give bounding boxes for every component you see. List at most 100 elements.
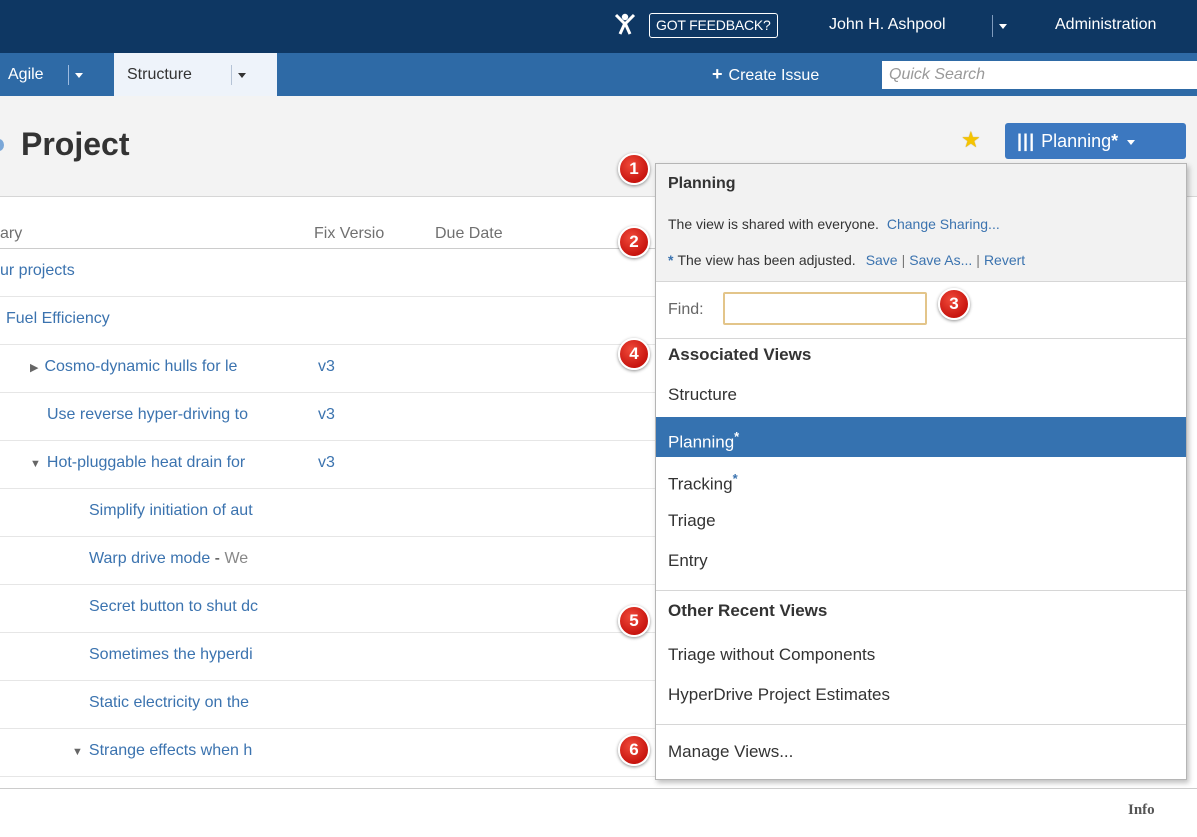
nav-tab-agile[interactable]: Agile [8,53,44,96]
adjusted-text: The view has been adjusted. [677,252,856,268]
quick-search-input[interactable] [882,61,1197,89]
info-link[interactable]: Info [1128,802,1155,819]
row-summary-cell[interactable]: Secret button to shut dc [89,598,307,616]
row-summary-cell[interactable]: ▼ Strange effects when h [72,742,307,760]
recent-view-item[interactable]: HyperDrive Project Estimates [656,675,1186,715]
caret-down-icon [238,73,246,78]
row-summary-cell[interactable]: Use reverse hyper-driving to [47,406,307,424]
expand-triangle-icon[interactable]: ▶ [30,362,38,374]
table-row[interactable]: Secret button to shut dc [0,585,655,633]
collapse-triangle-icon[interactable]: ▼ [72,746,83,758]
create-issue-button[interactable]: + Create Issue [712,53,819,97]
row-summary: Warp drive mode [89,550,211,567]
plus-icon: + [712,64,723,84]
row-summary: Static electricity on the [89,694,250,711]
table-footer-divider [0,788,1197,789]
view-item-label: Tracking [668,474,733,494]
callout-badge: 1 [618,153,650,185]
callout-badge: 3 [938,288,970,320]
revert-link[interactable]: Revert [984,252,1025,268]
view-dropdown-menu: Planning The view is shared with everyon… [655,163,1187,780]
row-summary-cell[interactable]: Simplify initiation of aut [89,502,307,520]
save-as-link[interactable]: Save As... [909,252,972,268]
column-header-summary[interactable]: ary [0,225,22,243]
issue-structure-table: ary Fix Versio Due Date ur projects Fuel… [0,197,655,791]
favourite-star-icon[interactable]: ★ [961,127,981,153]
table-row[interactable]: Simplify initiation of aut [0,489,655,537]
row-summary: Secret button to shut dc [89,598,258,615]
project-avatar-edge [0,139,4,151]
view-item-label: Triage without Components [668,645,876,664]
structure-menu-caret[interactable] [231,65,251,85]
row-fix-version: v3 [318,358,335,375]
callout-badge: 6 [618,734,650,766]
view-bars-icon: ||| [1017,131,1036,151]
table-row[interactable]: Static electricity on the [0,681,655,729]
menu-divider [656,590,1186,591]
row-summary-cell[interactable]: Sometimes the hyperdi [89,646,307,664]
nav-tab-structure[interactable]: Structure [114,53,277,96]
other-recent-views-heading: Other Recent Views [668,601,828,620]
row-summary[interactable]: Fuel Efficiency [6,310,306,328]
view-item-tracking[interactable]: Tracking* [656,459,1186,499]
row-summary-cell[interactable]: Static electricity on the [89,694,307,712]
view-item-label: Triage [668,511,716,530]
find-view-input[interactable] [723,292,927,325]
table-row[interactable]: ▼ Strange effects when h [0,729,655,777]
view-adjusted-asterisk: * [732,471,738,486]
administration-link[interactable]: Administration [1055,13,1156,37]
table-row[interactable]: ▶ Cosmo-dynamic hulls for le v3 [0,345,655,393]
manage-views-label: Manage Views... [668,742,794,761]
row-summary: Hot-pluggable heat drain for [46,454,246,471]
callout-badge: 2 [618,226,650,258]
callout-badge: 5 [618,605,650,637]
row-summary-cell[interactable]: ▶ Cosmo-dynamic hulls for le [30,358,307,376]
row-summary: Simplify initiation of aut [89,502,253,519]
view-adjusted-asterisk: * [734,429,740,444]
view-selector-button[interactable]: ||| Planning* [1005,123,1186,159]
view-item-triage[interactable]: Triage [656,501,1186,541]
manage-views-item[interactable]: Manage Views... [656,732,1186,772]
view-item-planning[interactable]: Planning* [656,417,1186,457]
view-adjusted-asterisk: * [1111,131,1119,151]
table-row[interactable]: Fuel Efficiency [0,297,655,345]
user-menu-caret[interactable] [992,15,1010,37]
page-title: Project [21,126,130,162]
view-item-label: Structure [668,385,737,404]
table-row[interactable]: Sometimes the hyperdi [0,633,655,681]
current-view-title: Planning [668,175,736,192]
row-summary[interactable]: ur projects [0,262,300,280]
feedback-person-icon[interactable] [614,12,636,36]
view-item-structure[interactable]: Structure [656,375,1186,415]
got-feedback-button[interactable]: GOT FEEDBACK? [649,13,778,38]
table-row[interactable]: Warp drive mode - We [0,537,655,585]
adjusted-asterisk: * [668,252,674,268]
table-row[interactable]: Use reverse hyper-driving to v3 [0,393,655,441]
recent-view-item[interactable]: Triage without Components [656,635,1186,675]
table-row[interactable]: ▼ Hot-pluggable heat drain for v3 [0,441,655,489]
column-header-fix-version[interactable]: Fix Versio [314,225,400,243]
row-fix-version: v3 [318,454,335,471]
caret-down-icon [999,24,1007,29]
row-summary-cell[interactable]: ▼ Hot-pluggable heat drain for [30,454,307,472]
dropdown-header: Planning The view is shared with everyon… [656,164,1186,282]
associated-views-heading: Associated Views [668,345,812,364]
row-summary-dash: - [210,550,225,567]
user-menu-name[interactable]: John H. Ashpool [829,13,946,37]
sharing-status: The view is shared with everyone. Change … [668,216,1000,232]
row-summary: Cosmo-dynamic hulls for le [44,358,238,375]
view-selector-label: Planning [1041,131,1112,151]
change-sharing-link[interactable]: Change Sharing... [887,216,1000,232]
view-item-label: HyperDrive Project Estimates [668,685,891,704]
column-header-due-date[interactable]: Due Date [435,225,503,243]
secondary-nav-bar: Agile Structure + Create Issue [0,53,1197,96]
row-summary-cell[interactable]: Warp drive mode - We [89,550,307,568]
table-row[interactable]: ur projects [0,249,655,297]
agile-menu-caret[interactable] [68,65,88,85]
view-item-entry[interactable]: Entry [656,541,1186,581]
collapse-triangle-icon[interactable]: ▼ [30,458,41,470]
row-summary: Use reverse hyper-driving to [47,406,248,423]
save-link[interactable]: Save [866,252,898,268]
top-header-bar: GOT FEEDBACK? John H. Ashpool Administra… [0,0,1197,53]
caret-down-icon [75,73,83,78]
